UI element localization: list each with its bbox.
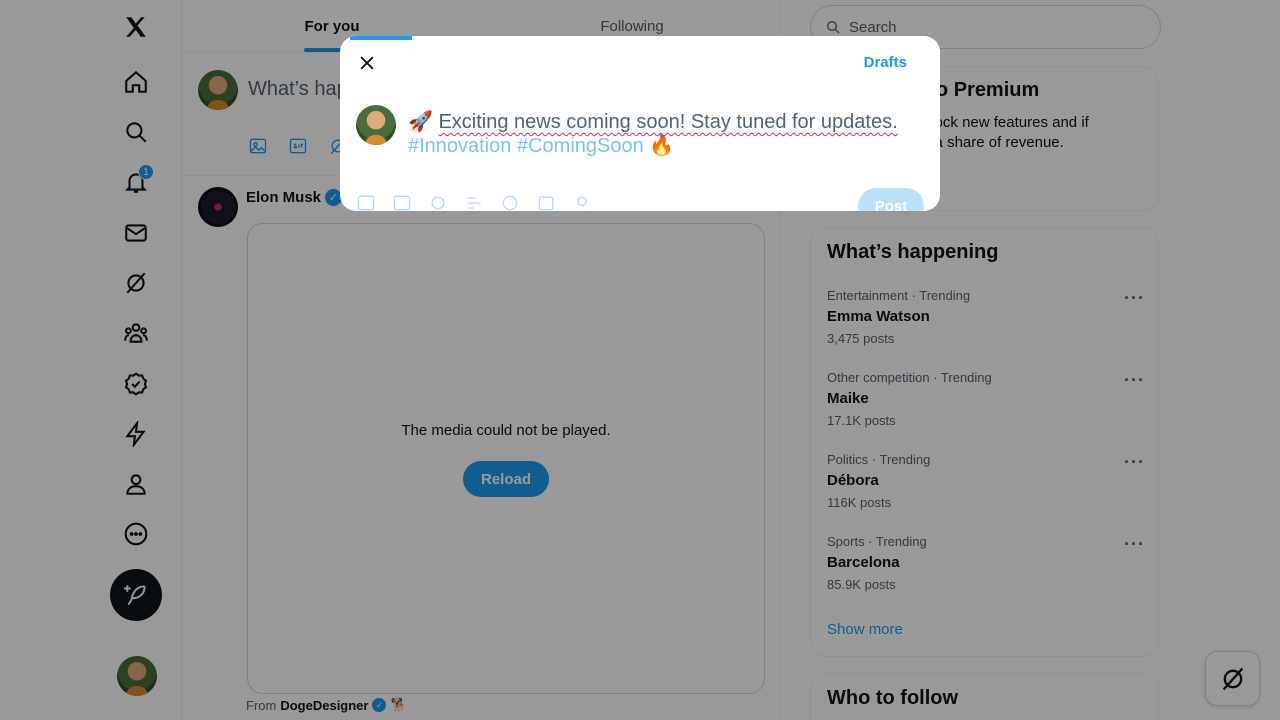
post-hashtags: #Innovation #ComingSoon [408,135,644,157]
drafts-button[interactable]: Drafts [864,54,907,71]
close-icon [360,56,374,70]
compose-textarea[interactable]: 🚀 Exciting news coming soon! Stay tuned … [408,110,928,158]
rocket-emoji: 🚀 [408,111,433,133]
poll-icon[interactable] [464,193,484,211]
location-icon[interactable] [572,193,592,211]
media-icon[interactable] [356,193,376,211]
close-button[interactable] [350,46,384,80]
modal-avatar[interactable] [356,105,396,145]
post-button[interactable]: Post [858,188,924,211]
fire-emoji: 🔥 [649,135,675,157]
compose-modal: Drafts 🚀 Exciting news coming soon! Stay… [340,36,940,211]
modal-toolbar [356,193,924,211]
x-app: 1 For you Following What’s happening? El… [0,0,1280,720]
emoji-icon[interactable] [500,193,520,211]
gif-icon[interactable] [392,193,412,211]
grok-composer-icon[interactable] [428,193,448,211]
upload-progress-bar [350,36,412,40]
schedule-icon[interactable] [536,193,556,211]
post-text: Exciting news coming soon! Stay tuned fo… [438,111,898,133]
